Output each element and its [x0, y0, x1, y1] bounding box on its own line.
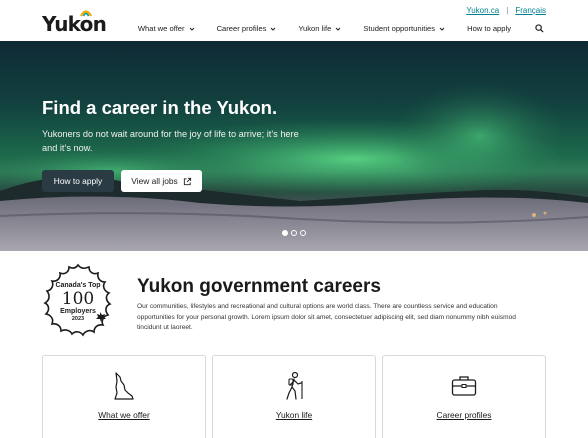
card-what-we-offer[interactable]: What we offer — [42, 355, 206, 438]
chevron-down-icon — [189, 27, 194, 31]
card-yukon-life[interactable]: Yukon life — [212, 355, 376, 438]
separator: | — [506, 6, 509, 15]
site-header: Yukon Yukon.ca | Français What we offer … — [0, 0, 588, 41]
hero-banner: Find a career in the Yukon. Yukoners do … — [0, 41, 588, 251]
card-label[interactable]: Career profiles — [383, 410, 545, 420]
carousel-dot-2[interactable] — [291, 230, 297, 236]
nav-label: Career profiles — [216, 24, 267, 33]
badge-number: 100 — [61, 289, 95, 309]
utility-links: Yukon.ca | Français — [466, 6, 546, 15]
badge-top-text: Canada's Top — [55, 282, 101, 289]
nav-item-what-we-offer[interactable]: What we offer — [138, 24, 195, 33]
card-label[interactable]: What we offer — [43, 410, 205, 420]
intro-title: Yukon government careers — [137, 276, 381, 297]
badge-year: 2023 — [71, 316, 85, 322]
badge-text: Canada's Top 100 Employers 2023 — [42, 262, 118, 338]
chevron-down-icon — [439, 27, 445, 31]
carousel-dot-3[interactable] — [300, 230, 306, 236]
nav-label: Student opportunities — [363, 24, 436, 33]
card-label[interactable]: Yukon life — [213, 410, 375, 420]
nav-label: What we offer — [137, 24, 185, 33]
briefcase-icon — [451, 376, 477, 396]
main-nav: What we offer Career profiles Yukon life… — [116, 24, 544, 33]
search-icon[interactable] — [535, 24, 544, 33]
nav-item-yukon-life[interactable]: Yukon life — [298, 24, 341, 33]
hero-title: Find a career in the Yukon. — [42, 97, 278, 118]
language-toggle-link[interactable]: Français — [515, 6, 546, 15]
yukon-map-icon — [114, 372, 134, 400]
nav-label: Yukon life — [298, 24, 332, 33]
carousel-indicators — [282, 230, 306, 236]
view-all-jobs-label: View all jobs — [131, 176, 178, 186]
carousel-dot-1[interactable] — [282, 230, 288, 236]
hiker-icon — [286, 371, 303, 400]
nav-item-career-profiles[interactable]: Career profiles — [217, 24, 277, 33]
hero-subtitle: Yukoners do not wait around for the joy … — [42, 129, 299, 153]
top-100-employers-badge: Canada's Top 100 Employers 2023 — [42, 262, 118, 338]
badge-employers-text: Employers — [60, 308, 96, 315]
how-to-apply-button[interactable]: How to apply — [42, 170, 114, 192]
yukon-ca-link[interactable]: Yukon.ca — [466, 6, 499, 15]
chevron-down-icon — [335, 27, 341, 31]
nav-item-student-opportunities[interactable]: Student opportunities — [363, 24, 445, 33]
yukon-logo[interactable]: Yukon — [42, 9, 107, 36]
card-career-profiles[interactable]: Career profiles — [382, 355, 546, 438]
external-link-icon — [183, 177, 191, 185]
nav-item-how-to-apply[interactable]: How to apply — [467, 24, 511, 33]
view-all-jobs-button[interactable]: View all jobs — [121, 170, 202, 192]
intro-body: Our communities, lifestyles and recreati… — [137, 303, 516, 331]
chevron-down-icon — [271, 27, 276, 31]
nav-label: How to apply — [467, 24, 511, 33]
logo-text: Yukon — [42, 12, 107, 36]
